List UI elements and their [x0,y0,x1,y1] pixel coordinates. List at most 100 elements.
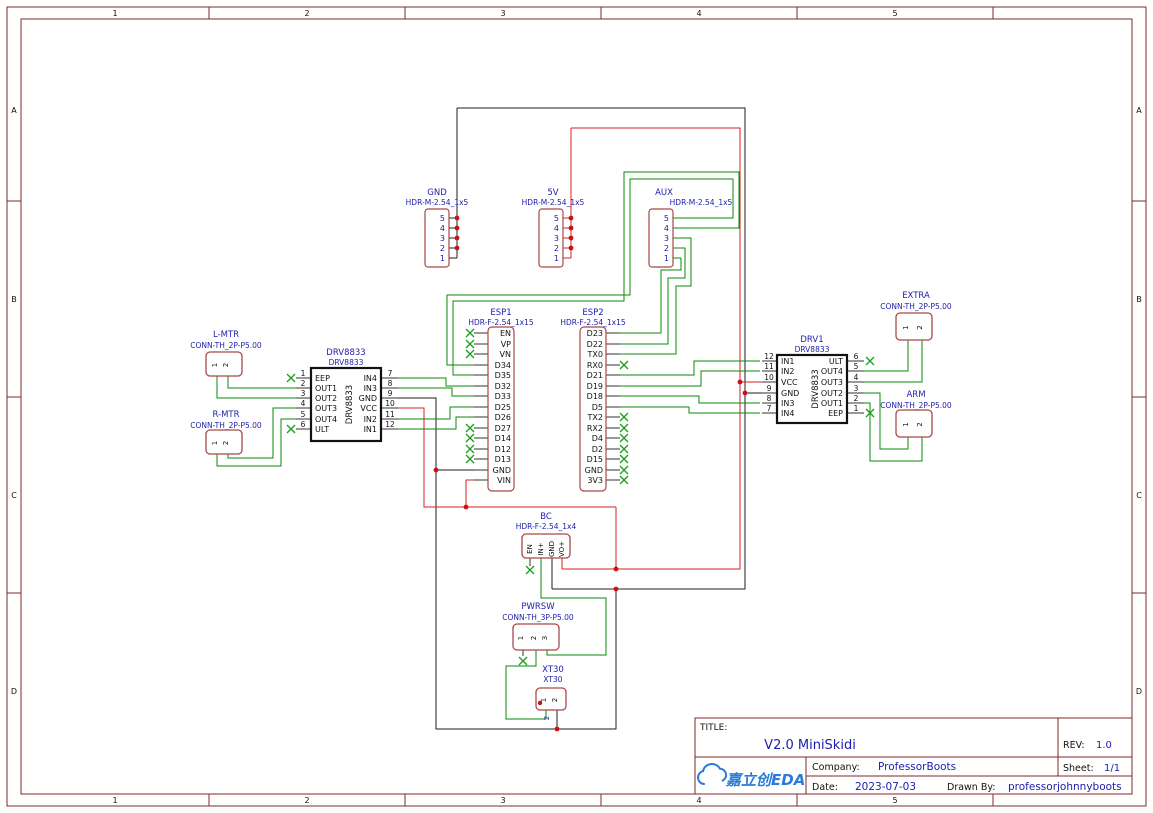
junction-dot [614,567,619,572]
symbol-body[interactable] [539,209,563,267]
component-lmtr[interactable]: 12 [206,352,242,376]
no-connect-x [287,374,295,382]
grid-row-label: C [1136,491,1142,500]
pin-number: 9 [767,384,772,393]
component-drv1[interactable]: IN1ULT126IN2OUT4115VCCOUT3104GNDOUT293IN… [764,352,858,423]
pin-name: D27 [495,424,511,433]
wire-signal[interactable] [864,340,908,371]
pin-number: 10 [764,373,774,382]
junction-dot [555,727,560,732]
pin-number: 1 [554,254,559,263]
polarity-dot [538,701,542,705]
pin-name: IN1 [364,425,377,434]
pin-name: ULT [829,357,843,366]
wire-power[interactable] [466,480,474,507]
grid-row-label: A [1136,106,1142,115]
pin-number: 4 [664,224,669,233]
wire-signal[interactable] [864,340,922,382]
junction-dot [743,391,748,396]
pin-number: 2 [854,394,859,403]
component-drv8833[interactable]: EEPIN417OUT1IN328OUT2GND39OUT3VCC410OUT4… [301,368,395,441]
pin-name: GND [781,389,799,398]
pin-name: D32 [495,382,511,391]
component-value: CONN-TH_2P-P5.00 [880,401,952,410]
component-value: HDR-M-2.54_1x5 [670,198,733,207]
company-label: Company: [812,762,860,773]
pin-number: 3 [854,384,859,393]
frame-inner [21,19,1132,794]
component-value: CONN-TH_2P-P5.00 [880,302,952,311]
wire-signal[interactable] [620,396,760,403]
wire-signal[interactable] [217,376,296,398]
pin-number: 5 [440,214,445,223]
junction-dot [569,226,574,231]
components: 54321GNDHDR-M-2.54_1x5543215VHDR-M-2.54_… [190,188,952,720]
symbol-body[interactable] [649,209,673,267]
grid-row-label: B [11,295,17,304]
component-xt30[interactable]: 12 [536,688,566,710]
sheet-frame: 1122334455AABBCCDD [7,7,1146,806]
pin-name: D33 [495,392,511,401]
grid-column-label: 2 [304,9,309,18]
pin-name: D14 [495,434,511,443]
component-ref: DRV8833 [326,348,365,358]
component-extra[interactable]: 12 [896,313,932,340]
component-ref: R-MTR [212,410,239,420]
pin-name: OUT2 [821,389,843,398]
component-rmtr[interactable]: 12 [206,430,242,454]
component-aux[interactable]: 54321 [649,209,673,267]
drawn-by-value: professorjohnnyboots [1008,781,1122,793]
grid-column-label: 5 [892,796,897,805]
logo-text: 嘉立创EDA [725,771,805,789]
no-connect-x [526,566,534,574]
wire-signal[interactable] [228,376,296,388]
component-v5[interactable]: 54321 [539,209,563,267]
component-esp1[interactable]: ENVPVND34D35D32D33D25D26D27D14D12D13GNDV… [488,327,514,491]
component-bc[interactable]: ENIN+GNDVO+ [522,534,570,558]
grid-column-label: 2 [304,796,309,805]
pin-number: 8 [388,379,393,388]
component-value: CONN-TH_2P-P5.00 [190,421,262,430]
pin-number: 12 [385,420,395,429]
pin-number: 11 [764,362,774,371]
wire-signal[interactable] [620,407,760,413]
pin-number: 4 [440,224,445,233]
wire-signal[interactable] [396,378,474,386]
symbol-body[interactable] [425,209,449,267]
pin-name: D21 [587,371,603,380]
component-pwrsw[interactable]: 123 [513,624,559,650]
grid-column-label: 4 [696,9,701,18]
pin-name: D19 [587,382,603,391]
no-connect-x [620,445,628,453]
component-value: DRV8833 [795,345,830,354]
wire-signal[interactable] [620,361,760,375]
junction-dot [464,505,469,510]
component-ref: AUX [655,188,673,198]
component-arm[interactable]: 12 [896,410,932,437]
logo-cloud-icon [698,764,726,784]
component-ref: GND [427,188,447,198]
pin-name: IN1 [781,357,794,366]
no-connect-x [466,340,474,348]
pin-name: ULT [315,425,329,434]
wire-signal[interactable] [396,388,474,396]
pin-number: 1 [664,254,669,263]
pin-number: 3 [554,234,559,243]
component-gnd[interactable]: 54321 [425,209,449,267]
pin-number: 1 [854,404,859,413]
pin-name: IN3 [781,399,794,408]
pin-number: 12 [764,352,774,361]
pin-name: GND [585,466,603,475]
pin-number: 3 [440,234,445,243]
schematic-sheet[interactable]: 1122334455AABBCCDD54321GNDHDR-M-2.54_1x5… [0,0,1153,813]
component-esp2[interactable]: D23D22TX0RX0D21D19D18D5TX2RX2D4D2D15GND3… [580,327,606,491]
pin-name: OUT1 [315,384,337,393]
component-ref: EXTRA [902,291,930,301]
pin-number: 2 [440,244,445,253]
pin-number: 2 [916,422,924,426]
pin-number: 1 [517,636,525,640]
no-connect-x [287,425,295,433]
pin-name: VN [500,350,511,359]
junction-dot [738,380,743,385]
pin-name: OUT4 [821,367,843,376]
